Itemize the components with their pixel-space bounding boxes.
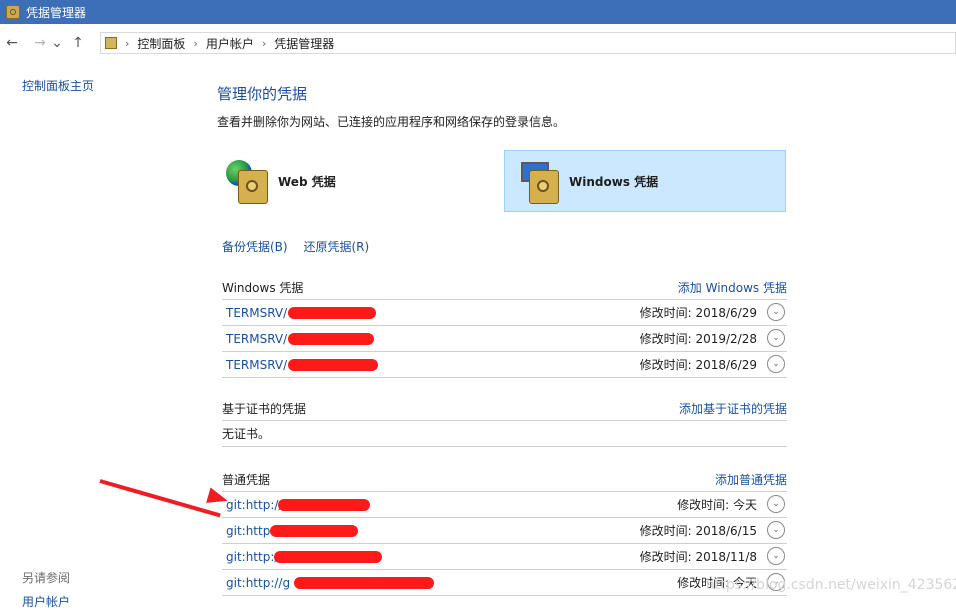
credential-name: git:http:/ [226, 549, 279, 564]
up-arrow-icon[interactable]: ↑ [68, 33, 88, 53]
no-certificate-text: 无证书。 [222, 427, 271, 441]
modified-time: 修改时间: 2018/6/29 [639, 306, 757, 320]
windows-credentials-label: Windows 凭据 [569, 174, 659, 189]
windows-vault-icon [513, 156, 563, 206]
expand-chevron-icon[interactable]: ⌄ [767, 547, 785, 565]
redaction-mark [294, 577, 434, 589]
credential-name: TERMSRV/ [226, 305, 288, 320]
web-credentials-label: Web 凭据 [278, 174, 336, 189]
forward-arrow-icon[interactable]: → [30, 33, 50, 53]
recent-locations-chevron-icon[interactable]: ⌄ [50, 33, 64, 53]
annotation-arrow-shaft [99, 479, 221, 518]
expand-chevron-icon[interactable]: ⌄ [767, 303, 785, 321]
modified-time: 修改时间: 2018/6/29 [639, 358, 757, 372]
watermark: https://blog.csdn.net/weixin_42356271 [706, 577, 956, 593]
no-certificate-row: 无证书。 [222, 421, 787, 447]
windows-credentials-tile[interactable]: Windows 凭据 [504, 150, 786, 212]
credential-row[interactable]: TERMSRV/ 修改时间: 2018/6/29 ⌄ [222, 352, 787, 378]
section-header: 普通凭据 添加普通凭据 [222, 467, 787, 492]
section-header: Windows 凭据 添加 Windows 凭据 [222, 275, 787, 300]
backup-credentials-link[interactable]: 备份凭据(B) [222, 240, 288, 254]
restore-credentials-link[interactable]: 还原凭据(R) [303, 240, 369, 254]
modified-time: 修改时间: 2019/2/28 [639, 332, 757, 346]
redaction-mark [288, 359, 378, 371]
redaction-mark [288, 307, 376, 319]
sidebar-see-also-heading: 另请参阅 [22, 571, 71, 585]
expand-chevron-icon[interactable]: ⌄ [767, 355, 785, 373]
sidebar-user-accounts-link[interactable]: 用户帐户 [22, 593, 70, 610]
window-title: 凭据管理器 [26, 5, 87, 20]
add-windows-credential-link[interactable]: 添加 Windows 凭据 [678, 279, 787, 296]
credential-row[interactable]: git:http:/ 修改时间: 2018/6/15 ⌄ [222, 518, 787, 544]
breadcrumb-separator-icon: › [125, 36, 130, 50]
redaction-mark [278, 499, 370, 511]
web-vault-icon [222, 156, 272, 206]
title-bar: 凭据管理器 [0, 0, 956, 24]
expand-chevron-icon[interactable]: ⌄ [767, 521, 785, 539]
modified-time: 修改时间: 2018/11/8 [639, 550, 757, 564]
credential-manager-icon [6, 5, 20, 19]
web-credentials-tile[interactable]: Web 凭据 [222, 150, 492, 212]
generic-section-title: 普通凭据 [222, 472, 271, 487]
credential-name: TERMSRV/ [226, 331, 288, 346]
modified-time: 修改时间: 2018/6/15 [639, 524, 757, 538]
page-description: 查看并删除你为网站、已连接的应用程序和网络保存的登录信息。 [217, 115, 566, 129]
credential-row[interactable]: git:http:/ 修改时间: 2018/11/8 ⌄ [222, 544, 787, 570]
breadcrumb-user-accounts[interactable]: 用户帐户 [206, 35, 254, 52]
breadcrumb-separator-icon: › [261, 36, 267, 50]
breadcrumb-credential-manager[interactable]: 凭据管理器 [274, 35, 334, 52]
credential-name: git:http:// [226, 497, 283, 512]
expand-chevron-icon[interactable]: ⌄ [767, 329, 785, 347]
back-arrow-icon[interactable]: ← [2, 33, 22, 53]
redaction-mark [270, 525, 358, 537]
modified-time: 修改时间: 今天 [677, 498, 757, 512]
sidebar-control-panel-home-link[interactable]: 控制面板主页 [22, 77, 94, 94]
breadcrumb-separator-icon: › [193, 36, 198, 50]
credential-row[interactable]: TERMSRV/ 修改时间: 2019/2/28 ⌄ [222, 326, 787, 352]
address-box[interactable]: › 控制面板 › 用户帐户 › 凭据管理器 [100, 32, 956, 54]
credential-row[interactable]: git:http://g 修改时间: 今天 ⌄ [222, 570, 787, 596]
credential-name: git:http://g [226, 575, 291, 590]
page-title: 管理你的凭据 [217, 85, 308, 103]
windows-credentials-section: Windows 凭据 添加 Windows 凭据 TERMSRV/ 修改时间: … [222, 275, 787, 378]
backup-restore-links: 备份凭据(B) 还原凭据(R) [222, 238, 381, 255]
credential-row[interactable]: git:http:// 修改时间: 今天 ⌄ [222, 492, 787, 518]
certificate-section-title: 基于证书的凭据 [222, 401, 307, 416]
windows-section-title: Windows 凭据 [222, 280, 304, 295]
expand-chevron-icon[interactable]: ⌄ [767, 495, 785, 513]
add-certificate-credential-link[interactable]: 添加基于证书的凭据 [679, 400, 787, 417]
certificate-credentials-section: 基于证书的凭据 添加基于证书的凭据 无证书。 [222, 396, 787, 447]
breadcrumb-control-panel[interactable]: 控制面板 [137, 35, 185, 52]
redaction-mark [274, 551, 382, 563]
control-panel-icon [105, 37, 117, 49]
address-bar: ← → ⌄ ↑ › 控制面板 › 用户帐户 › 凭据管理器 [0, 30, 956, 56]
section-header: 基于证书的凭据 添加基于证书的凭据 [222, 396, 787, 421]
generic-credentials-section: 普通凭据 添加普通凭据 git:http:// 修改时间: 今天 ⌄ git:h… [222, 467, 787, 596]
redaction-mark [288, 333, 374, 345]
credential-name: TERMSRV/ [226, 357, 288, 372]
credential-row[interactable]: TERMSRV/ 修改时间: 2018/6/29 ⌄ [222, 300, 787, 326]
add-generic-credential-link[interactable]: 添加普通凭据 [715, 471, 787, 488]
